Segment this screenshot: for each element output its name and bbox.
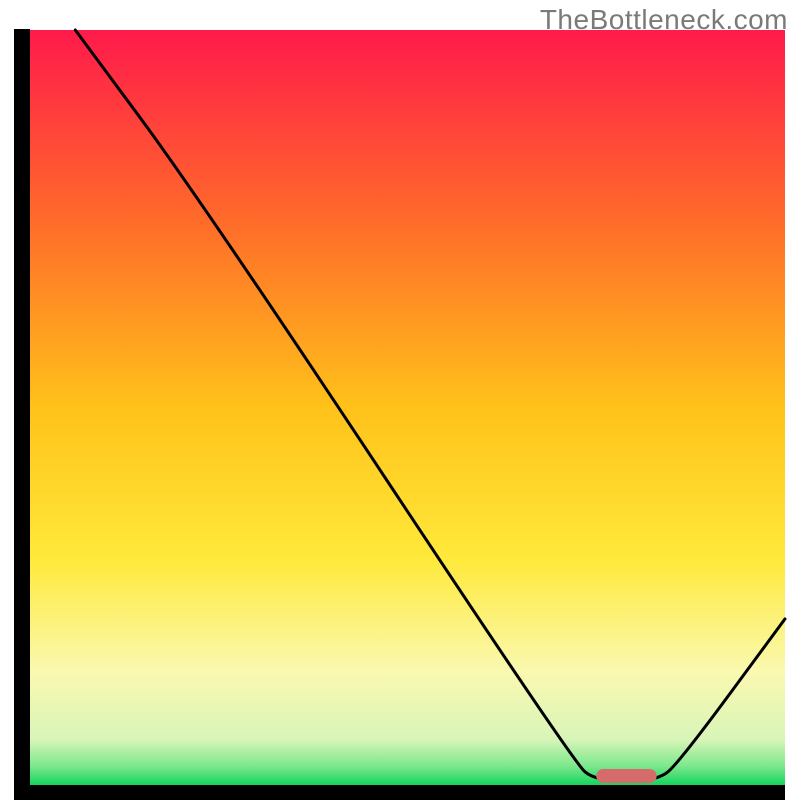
optimal-range-marker	[596, 769, 656, 783]
bottleneck-chart	[0, 0, 800, 800]
x-axis	[14, 785, 785, 800]
chart-container: TheBottleneck.com	[0, 0, 800, 800]
y-axis	[14, 29, 30, 800]
plot-background	[30, 30, 785, 785]
